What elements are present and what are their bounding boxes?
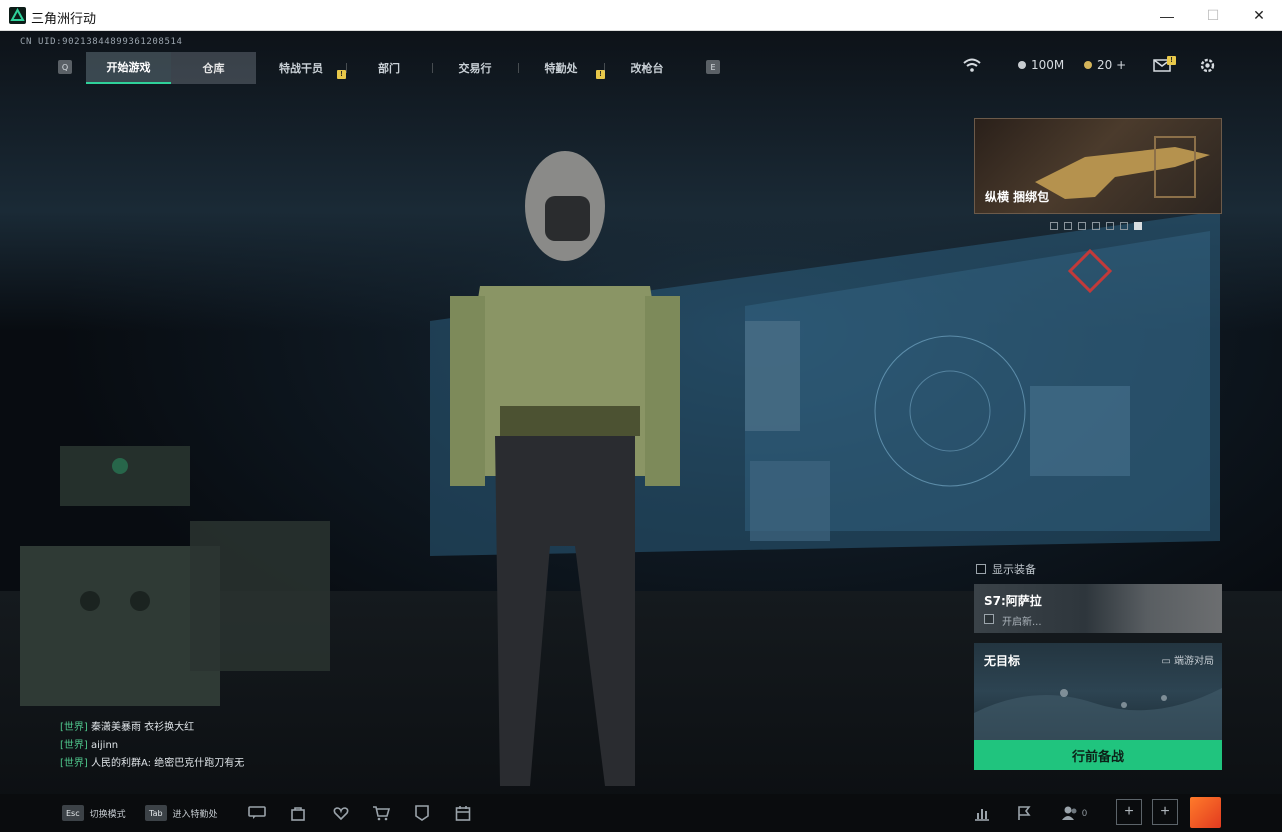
tab-department[interactable]: 部门 xyxy=(346,52,432,84)
rank-icon[interactable] xyxy=(411,803,433,823)
maximize-button[interactable]: ☐ xyxy=(1190,0,1236,31)
silver-currency[interactable]: 100M xyxy=(1018,53,1064,77)
tab-gunsmith[interactable]: 改枪台 xyxy=(604,52,690,84)
silver-coin-icon xyxy=(1018,61,1026,69)
prepare-button[interactable]: 行前备战 xyxy=(974,740,1222,770)
carousel-dot[interactable] xyxy=(1050,222,1058,230)
season-checkbox[interactable] xyxy=(984,614,994,624)
show-equipment-label: 显示装备 xyxy=(992,563,1036,576)
gold-amount: 20 + xyxy=(1097,58,1127,72)
settings-icon[interactable] xyxy=(1199,53,1216,77)
game-mode-card[interactable]: 无目标 ▭ 端游对局 xyxy=(974,643,1222,740)
player-uid: CN UID:90213844899361208514 xyxy=(20,37,183,47)
friends-count: 0 xyxy=(1082,808,1088,818)
invite-slot-button[interactable]: + xyxy=(1116,799,1142,825)
season-card[interactable]: S7:阿萨拉 开启新... xyxy=(974,584,1222,633)
title-bar: 三角洲行动 — ☐ ✕ xyxy=(0,0,1282,31)
chat-channel: [世界] xyxy=(60,722,88,733)
carousel-dot[interactable] xyxy=(1092,222,1100,230)
show-equipment-toggle[interactable]: 显示装备 xyxy=(976,561,1036,577)
special-ops-label: 进入特勤处 xyxy=(172,809,218,820)
switch-mode-hint[interactable]: Esc 切换模式 xyxy=(62,803,126,823)
tab-special-ops[interactable]: 特勤处 xyxy=(518,52,604,84)
tab-warehouse[interactable]: 仓库 xyxy=(171,52,256,84)
minimize-button[interactable]: — xyxy=(1144,0,1190,31)
operator-character xyxy=(450,151,680,786)
chat-message: aijinn xyxy=(91,740,119,751)
friends-button[interactable]: 0 xyxy=(1061,803,1093,823)
world-chat[interactable]: [世界] 秦潇美暴雨 衣衫换大红 [世界] aijinn [世界] 人民的利群A… xyxy=(60,719,244,773)
tab-keycap: Tab xyxy=(145,805,167,821)
monitor-icon: ▭ xyxy=(1161,656,1174,667)
flag-icon[interactable] xyxy=(1013,803,1035,823)
carousel-dot[interactable] xyxy=(1078,222,1086,230)
radio-equipment-props xyxy=(20,446,330,706)
gold-coin-icon xyxy=(1084,61,1092,69)
stats-icon[interactable] xyxy=(971,803,993,823)
chat-icon[interactable] xyxy=(246,803,268,823)
mail-alert-badge: ! xyxy=(1167,56,1176,65)
close-button[interactable]: ✕ xyxy=(1236,0,1282,31)
gold-currency[interactable]: 20 + xyxy=(1084,53,1126,77)
tab-start-game[interactable]: 开始游戏 xyxy=(86,52,171,84)
nav-next-key[interactable]: E xyxy=(706,60,720,74)
heart-shield-icon[interactable] xyxy=(330,803,352,823)
bottom-bar: Esc 切换模式 Tab 进入特勤处 0 + + xyxy=(0,794,1282,832)
season-subtitle: 开启新... xyxy=(1002,617,1042,628)
promo-carousel-dots xyxy=(1050,222,1142,230)
chat-channel: [世界] xyxy=(60,740,88,751)
calendar-icon[interactable] xyxy=(452,803,474,823)
app-logo-icon xyxy=(9,7,26,24)
wifi-icon xyxy=(962,53,982,77)
main-nav: Q 开始游戏 仓库 特战干员 ! 部门 交易行 特勤处 ! 改枪台 E xyxy=(55,52,727,84)
carousel-dot[interactable] xyxy=(1120,222,1128,230)
carousel-dot[interactable] xyxy=(1064,222,1072,230)
silver-amount: 100M xyxy=(1031,58,1065,72)
tab-trading[interactable]: 交易行 xyxy=(432,52,518,84)
promo-label: 纵横 捆绑包 xyxy=(985,190,1050,204)
esc-keycap: Esc xyxy=(62,805,84,821)
mode-tag: ▭ 端游对局 xyxy=(1161,652,1214,667)
player-avatar[interactable] xyxy=(1190,797,1221,828)
nav-prev-key[interactable]: Q xyxy=(58,60,72,74)
rifle-image xyxy=(1035,136,1210,199)
chat-line: [世界] 秦潇美暴雨 衣衫换大红 xyxy=(60,719,244,737)
window-title: 三角洲行动 xyxy=(31,12,97,27)
shop-bag-icon[interactable] xyxy=(287,803,309,823)
cart-icon[interactable] xyxy=(370,803,392,823)
tab-operators[interactable]: 特战干员 xyxy=(256,52,346,84)
game-scene: CN UID:90213844899361208514 Q 开始游戏 仓库 特战… xyxy=(0,31,1282,832)
chat-message: 秦潇美暴雨 衣衫换大红 xyxy=(91,722,195,733)
bundle-promo-card[interactable]: 纵横 捆绑包 xyxy=(974,118,1222,214)
season-title: S7:阿萨拉 xyxy=(984,594,1042,608)
game-window: 三角洲行动 — ☐ ✕ CN UID:90213844899361208514 … xyxy=(0,0,1282,832)
special-ops-hint[interactable]: Tab 进入特勤处 xyxy=(145,803,218,823)
carousel-dot-active[interactable] xyxy=(1134,222,1142,230)
invite-slot-button[interactable]: + xyxy=(1152,799,1178,825)
friends-icon xyxy=(1062,806,1077,820)
mode-title: 无目标 xyxy=(984,654,1021,668)
show-equipment-checkbox[interactable] xyxy=(976,564,986,574)
switch-mode-label: 切换模式 xyxy=(89,809,126,820)
chat-line: [世界] aijinn xyxy=(60,737,244,755)
chat-line: [世界] 人民的利群A: 绝密巴克什跑刀有无 xyxy=(60,755,244,773)
mode-tag-label: 端游对局 xyxy=(1174,656,1214,667)
operators-alert-badge: ! xyxy=(337,70,346,79)
chat-message: 人民的利群A: 绝密巴克什跑刀有无 xyxy=(91,758,245,769)
carousel-dot[interactable] xyxy=(1106,222,1114,230)
chat-channel: [世界] xyxy=(60,758,88,769)
